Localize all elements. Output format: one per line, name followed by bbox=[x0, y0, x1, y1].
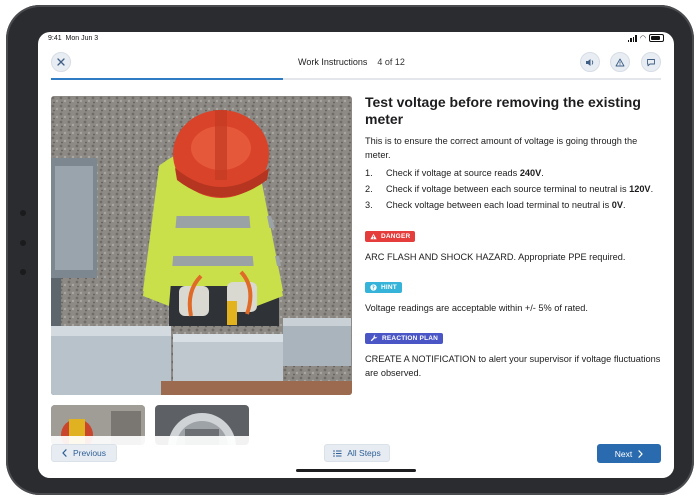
warning-icon bbox=[370, 233, 377, 240]
instruction-photo[interactable] bbox=[51, 96, 352, 395]
reaction-plan-text: CREATE A NOTIFICATION to alert your supe… bbox=[365, 354, 661, 378]
camera-dot bbox=[20, 240, 26, 246]
list-item: 3. Check voltage between each load termin… bbox=[365, 200, 626, 210]
screen: 9:41 Mon Jun 3 ◠ Work Instructions 4 of 1… bbox=[38, 32, 674, 478]
instruction-content: Test voltage before removing the existin… bbox=[365, 94, 661, 380]
all-steps-button[interactable]: All Steps bbox=[324, 444, 390, 462]
comments-button[interactable] bbox=[641, 52, 661, 72]
warning-icon bbox=[615, 58, 625, 66]
danger-badge: DANGER bbox=[365, 231, 416, 242]
status-date: Mon Jun 3 bbox=[65, 35, 99, 42]
warning-button[interactable] bbox=[610, 52, 630, 72]
close-icon bbox=[57, 58, 65, 66]
svg-text:?: ? bbox=[372, 285, 375, 291]
list-item: 2. Check if voltage between each source t… bbox=[365, 184, 654, 194]
speaker-icon bbox=[586, 58, 594, 66]
progress-bar bbox=[51, 78, 661, 80]
chevron-left-icon bbox=[62, 449, 67, 457]
status-bar: 9:41 Mon Jun 3 ◠ bbox=[38, 32, 674, 46]
next-button[interactable]: Next bbox=[597, 444, 661, 463]
list-icon bbox=[333, 449, 342, 457]
battery-icon bbox=[649, 34, 664, 42]
danger-section: DANGER ARC FLASH AND SHOCK HAZARD. Appro… bbox=[365, 227, 661, 264]
home-indicator bbox=[296, 469, 416, 472]
danger-text: ARC FLASH AND SHOCK HAZARD. Appropriate … bbox=[365, 252, 626, 262]
chevron-right-icon bbox=[638, 449, 644, 458]
bottom-navigation: Previous All Steps Next bbox=[38, 436, 674, 478]
reaction-plan-section: REACTION PLAN CREATE A NOTIFICATION to a… bbox=[365, 329, 661, 380]
cellular-icon bbox=[627, 34, 637, 42]
step-description: This is to ensure the correct amount of … bbox=[365, 136, 638, 160]
hint-section: ? HINT Voltage readings are acceptable w… bbox=[365, 278, 661, 315]
step-indicator: 4 of 12 bbox=[377, 57, 405, 67]
steps-list: 1. Check if voltage at source reads 240V.… bbox=[365, 166, 661, 212]
camera-dot bbox=[20, 269, 26, 275]
chat-icon bbox=[647, 58, 655, 66]
wrench-icon bbox=[370, 334, 378, 342]
status-time: 9:41 bbox=[48, 35, 62, 42]
status-icons: ◠ bbox=[627, 34, 664, 42]
close-button[interactable] bbox=[51, 52, 71, 72]
page-title: Work Instructions 4 of 12 bbox=[298, 57, 405, 67]
camera-dot bbox=[20, 210, 26, 216]
technician-photo-illustration bbox=[51, 96, 352, 395]
previous-button[interactable]: Previous bbox=[51, 444, 117, 462]
hint-badge: ? HINT bbox=[365, 282, 402, 293]
question-icon: ? bbox=[370, 284, 377, 291]
reaction-plan-badge: REACTION PLAN bbox=[365, 332, 444, 344]
header-title-text: Work Instructions bbox=[298, 57, 368, 67]
tablet-frame: 9:41 Mon Jun 3 ◠ Work Instructions 4 of 1… bbox=[6, 5, 694, 495]
header: Work Instructions 4 of 12 bbox=[38, 46, 674, 78]
wifi-icon: ◠ bbox=[639, 35, 646, 42]
list-item: 1. Check if voltage at source reads 240V. bbox=[365, 168, 544, 178]
progress-fill bbox=[51, 78, 283, 80]
audio-button[interactable] bbox=[580, 52, 600, 72]
step-title: Test voltage before removing the existin… bbox=[365, 94, 641, 127]
hint-text: Voltage readings are acceptable within +… bbox=[365, 303, 588, 313]
